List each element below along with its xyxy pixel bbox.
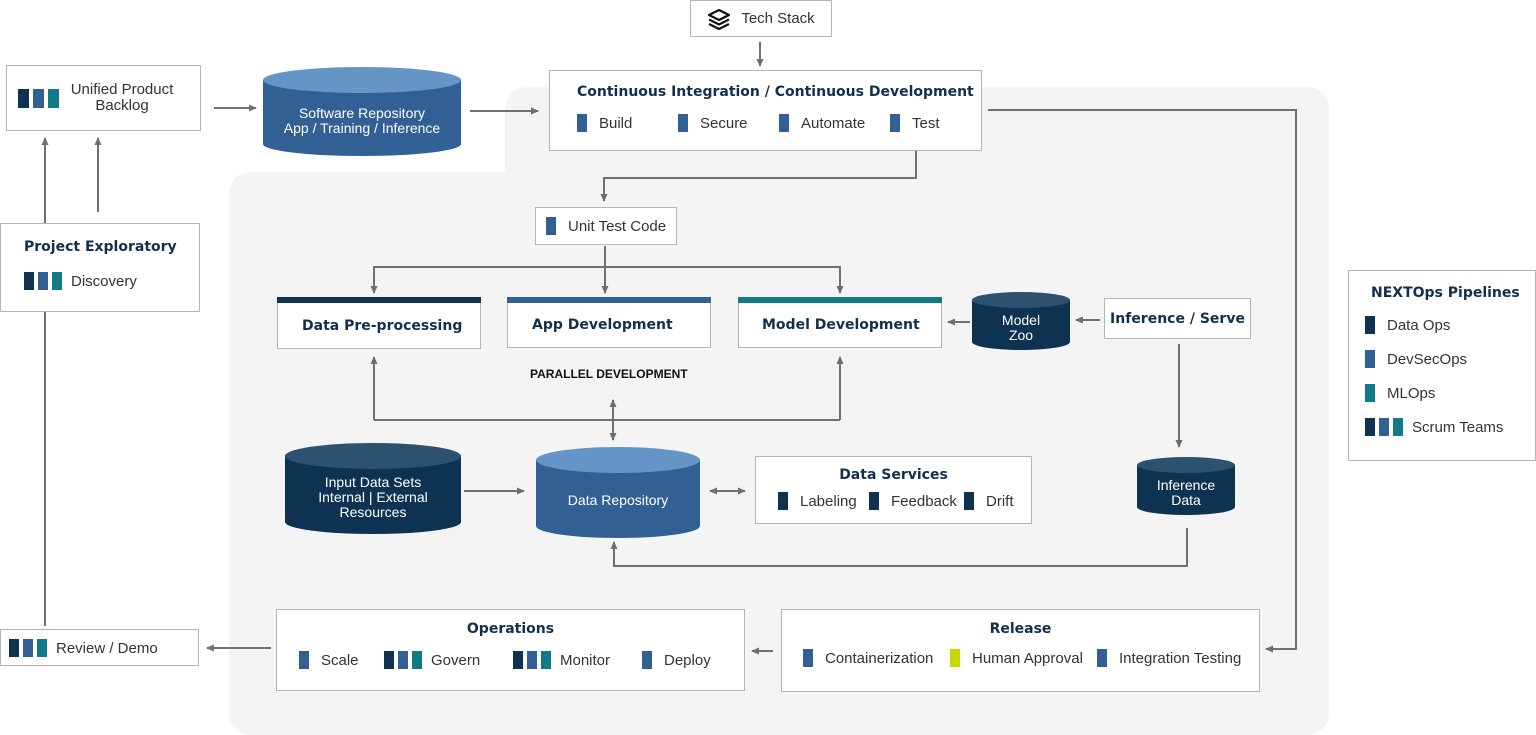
legend-item-devsecops: DevSecOps <box>1365 350 1467 368</box>
operations-box[interactable]: Operations Scale Govern Monitor Deploy <box>276 609 745 691</box>
release-item-containerization: Containerization <box>803 649 933 667</box>
arrow-cicd-unittest <box>600 150 917 202</box>
release-box[interactable]: Release Containerization Human Approval … <box>781 609 1260 692</box>
operations-item-scale: Scale <box>299 651 359 669</box>
cicd-box[interactable]: Continuous Integration / Continuous Deve… <box>549 70 982 151</box>
nextops-legend: NEXTOps Pipelines Data Ops DevSecOps MLO… <box>1348 270 1536 461</box>
input-data-line3: Resources <box>339 504 407 520</box>
layers-icon <box>708 8 731 30</box>
data-services-title: Data Services <box>839 467 948 483</box>
tech-stack-box[interactable]: Tech Stack <box>690 0 832 37</box>
data-services-item-feedback: Feedback <box>869 492 957 510</box>
software-repo-line1: Software Repository <box>298 105 426 121</box>
devsecops-swatch <box>546 217 556 235</box>
unit-test-code-box[interactable]: Unit Test Code <box>535 207 677 245</box>
data-services-item-drift: Drift <box>964 492 1014 510</box>
parallel-development-label: PARALLEL DEVELOPMENT <box>530 367 688 381</box>
input-data-sets-cylinder[interactable]: Input Data Sets Internal | External Reso… <box>285 442 461 534</box>
data-services-item-labeling: Labeling <box>778 492 857 510</box>
backlog-line2: Backlog <box>95 97 149 114</box>
data-preprocessing-label: Data Pre-processing <box>302 318 463 334</box>
input-data-line2: Internal | External <box>318 489 428 505</box>
legend-item-mlops: MLOps <box>1365 384 1435 402</box>
operations-item-govern: Govern <box>384 651 480 669</box>
inference-data-cylinder[interactable]: Inference Data <box>1137 456 1235 516</box>
operations-title: Operations <box>466 621 555 637</box>
project-exploratory-box[interactable]: Project Exploratory Discovery <box>0 223 200 312</box>
arrow-unittest-split <box>373 266 841 293</box>
data-ops-bar <box>277 297 481 303</box>
operations-item-deploy: Deploy <box>642 651 711 669</box>
legend-title: NEXTOps Pipelines <box>1371 285 1520 301</box>
release-title: Release <box>989 621 1052 637</box>
cicd-title: Continuous Integration / Continuous Deve… <box>577 84 974 100</box>
model-development-box[interactable]: Model Development <box>738 297 942 348</box>
unified-product-backlog-box[interactable]: Unified Product Backlog <box>6 65 201 131</box>
review-demo-box[interactable]: Review / Demo <box>0 629 199 666</box>
model-zoo-cylinder[interactable]: Model Zoo <box>972 291 1070 351</box>
inference-data-line2: Data <box>1171 492 1201 508</box>
cicd-item-secure: Secure <box>678 114 748 132</box>
discovery-item: Discovery <box>24 272 137 290</box>
model-development-label: Model Development <box>762 317 920 333</box>
legend-item-data-ops: Data Ops <box>1365 316 1450 334</box>
input-data-line1: Input Data Sets <box>324 474 422 490</box>
scrum-teams-swatches <box>18 89 59 108</box>
software-repo-line2: App / Training / Inference <box>283 120 441 136</box>
cicd-item-test: Test <box>890 114 940 132</box>
data-repository-label: Data Repository <box>567 492 669 508</box>
app-development-box[interactable]: App Development <box>507 297 711 348</box>
data-services-box[interactable]: Data Services Labeling Feedback Drift <box>755 456 1032 524</box>
unit-test-label: Unit Test Code <box>568 217 667 235</box>
data-preprocessing-box[interactable]: Data Pre-processing <box>277 297 481 349</box>
arrow-cicd-release <box>988 109 1297 653</box>
inference-serve-box[interactable]: Inference / Serve <box>1104 298 1251 339</box>
model-zoo-line1: Model <box>1001 312 1041 328</box>
inference-serve-label: Inference / Serve <box>1110 310 1245 327</box>
software-repository-cylinder[interactable]: Software Repository App / Training / Inf… <box>263 66 461 156</box>
data-repository-cylinder[interactable]: Data Repository <box>536 446 700 538</box>
devsecops-bar <box>507 297 711 303</box>
model-zoo-line2: Zoo <box>1008 327 1034 343</box>
backlog-line1: Unified Product <box>70 81 174 98</box>
cicd-item-automate: Automate <box>779 114 865 132</box>
app-development-label: App Development <box>532 317 673 333</box>
cicd-item-build: Build <box>577 114 632 132</box>
release-item-integration-testing: Integration Testing <box>1097 649 1241 667</box>
scrum-teams-swatches <box>9 639 47 657</box>
project-exploratory-title: Project Exploratory <box>24 239 177 255</box>
release-item-human-approval: Human Approval <box>950 649 1083 667</box>
review-demo-label: Review / Demo <box>56 639 158 657</box>
tech-stack-label: Tech Stack <box>741 10 815 27</box>
inference-data-line1: Inference <box>1156 477 1216 493</box>
mlops-bar <box>738 297 942 303</box>
legend-item-scrum-teams: Scrum Teams <box>1365 418 1503 436</box>
operations-item-monitor: Monitor <box>513 651 610 669</box>
